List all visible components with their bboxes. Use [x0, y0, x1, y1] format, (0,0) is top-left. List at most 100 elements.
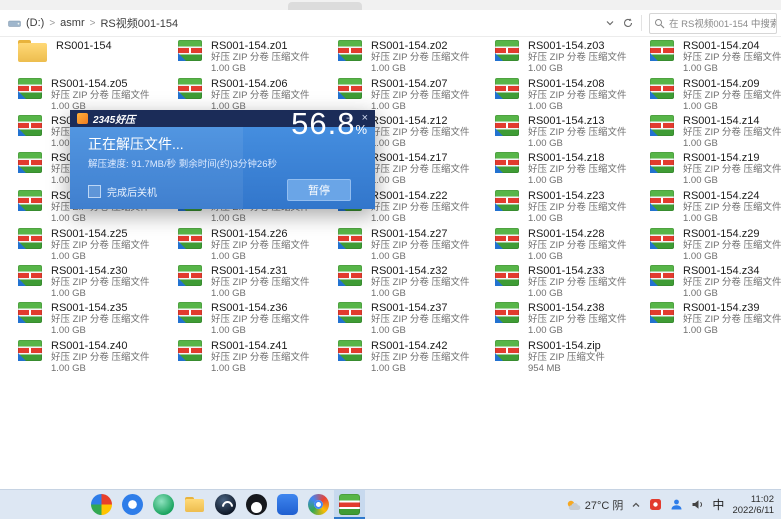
file-name: RS001-154.z25 — [51, 228, 150, 240]
file-item[interactable]: RS001-154.z28好压 ZIP 分卷 压缩文件1.00 GB — [495, 228, 649, 262]
file-type: 好压 ZIP 分卷 压缩文件 — [528, 202, 627, 213]
file-item[interactable]: RS001-154.z26好压 ZIP 分卷 压缩文件1.00 GB — [178, 228, 332, 262]
file-text: RS001-154.z01好压 ZIP 分卷 压缩文件1.00 GB — [211, 40, 310, 74]
file-text: RS001-154.z30好压 ZIP 分卷 压缩文件1.00 GB — [51, 265, 150, 299]
taskbar-app-bluecircle[interactable] — [117, 490, 148, 519]
file-item[interactable]: RS001-154.z35好压 ZIP 分卷 压缩文件1.00 GB — [18, 302, 172, 336]
file-item[interactable]: RS001-154.z31好压 ZIP 分卷 压缩文件1.00 GB — [178, 265, 332, 299]
security-icon[interactable] — [649, 498, 662, 511]
taskbar-clock[interactable]: 11:02 2022/6/11 — [732, 494, 774, 516]
file-type: 好压 ZIP 分卷 压缩文件 — [211, 277, 310, 288]
file-name: RS001-154.z32 — [371, 265, 470, 277]
taskbar-app-bluesq[interactable] — [272, 490, 303, 519]
file-item[interactable]: RS001-154.z41好压 ZIP 分卷 压缩文件1.00 GB — [178, 340, 332, 374]
file-item[interactable]: RS001-154.z42好压 ZIP 分卷 压缩文件1.00 GB — [338, 340, 492, 374]
taskbar-app-colorful[interactable] — [303, 490, 334, 519]
haozip-archive-icon — [178, 340, 202, 361]
taskbar-app-folder[interactable] — [179, 490, 210, 519]
file-item[interactable]: RS001-154.z24好压 ZIP 分卷 压缩文件1.00 GB — [650, 190, 781, 224]
file-item[interactable]: RS001-154.z05好压 ZIP 分卷 压缩文件1.00 GB — [18, 78, 172, 112]
haozip-archive-icon — [338, 40, 362, 61]
file-size: 1.00 GB — [683, 138, 781, 149]
file-name: RS001-154.z04 — [683, 40, 781, 52]
file-size: 1.00 GB — [371, 101, 470, 112]
file-item[interactable]: RS001-154.z34好压 ZIP 分卷 压缩文件1.00 GB — [650, 265, 781, 299]
haozip-archive-icon — [495, 265, 519, 286]
ime-indicator[interactable]: 中 — [712, 496, 724, 513]
file-item[interactable]: RS001-154.z08好压 ZIP 分卷 压缩文件1.00 GB — [495, 78, 649, 112]
file-type: 好压 ZIP 分卷 压缩文件 — [683, 202, 781, 213]
file-type: 好压 ZIP 分卷 压缩文件 — [528, 314, 627, 325]
haozip-archive-icon — [338, 78, 362, 99]
file-item[interactable]: RS001-154.z09好压 ZIP 分卷 压缩文件1.00 GB — [650, 78, 781, 112]
file-name: RS001-154.z35 — [51, 302, 150, 314]
file-item[interactable]: RS001-154.z23好压 ZIP 分卷 压缩文件1.00 GB — [495, 190, 649, 224]
file-type: 好压 ZIP 分卷 压缩文件 — [683, 164, 781, 175]
weather-widget[interactable]: 27°C 阴 — [566, 497, 624, 513]
file-type: 好压 ZIP 分卷 压缩文件 — [211, 352, 310, 363]
browser-colorful-icon — [308, 494, 329, 515]
haozip-archive-icon — [338, 302, 362, 323]
weather-icon — [566, 499, 581, 511]
file-item[interactable]: RS001-154.z39好压 ZIP 分卷 压缩文件1.00 GB — [650, 302, 781, 336]
file-name: RS001-154.z33 — [528, 265, 627, 277]
taskbar-app-pinwheel[interactable] — [86, 490, 117, 519]
clock-time: 11:02 — [732, 494, 774, 505]
haozip-archive-icon — [178, 302, 202, 323]
file-item[interactable]: RS001-154.z36好压 ZIP 分卷 压缩文件1.00 GB — [178, 302, 332, 336]
file-item[interactable]: RS001-154.z25好压 ZIP 分卷 压缩文件1.00 GB — [18, 228, 172, 262]
haozip-archive-icon — [650, 190, 674, 211]
extract-status-text: 正在解压文件... — [88, 134, 184, 154]
file-name: RS001-154.z23 — [528, 190, 627, 202]
file-type: 好压 ZIP 分卷 压缩文件 — [683, 277, 781, 288]
taskbar-app-haozip[interactable] — [334, 490, 365, 519]
file-size: 1.00 GB — [528, 213, 627, 224]
file-item[interactable]: RS001-154.z29好压 ZIP 分卷 压缩文件1.00 GB — [650, 228, 781, 262]
file-item[interactable]: RS001-154.z38好压 ZIP 分卷 压缩文件1.00 GB — [495, 302, 649, 336]
file-size: 1.00 GB — [51, 363, 150, 374]
file-text: RS001-154.zip好压 ZIP 压缩文件954 MB — [528, 340, 605, 374]
file-type: 好压 ZIP 分卷 压缩文件 — [51, 277, 150, 288]
file-item[interactable]: RS001-154.z40好压 ZIP 分卷 压缩文件1.00 GB — [18, 340, 172, 374]
file-item[interactable]: RS001-154.zip好压 ZIP 压缩文件954 MB — [495, 340, 649, 374]
file-item[interactable]: RS001-154.z19好压 ZIP 分卷 压缩文件1.00 GB — [650, 152, 781, 186]
file-text: RS001-154.z36好压 ZIP 分卷 压缩文件1.00 GB — [211, 302, 310, 336]
file-item[interactable]: RS001-154.z14好压 ZIP 分卷 压缩文件1.00 GB — [650, 115, 781, 149]
weather-text: 27°C 阴 — [585, 497, 624, 513]
haozip-archive-icon — [18, 190, 42, 211]
haozip-archive-icon — [650, 152, 674, 173]
hidden-icons-caret[interactable] — [631, 501, 641, 509]
file-item[interactable]: RS001-154.z18好压 ZIP 分卷 压缩文件1.00 GB — [495, 152, 649, 186]
file-item[interactable]: RS001-154.z30好压 ZIP 分卷 压缩文件1.00 GB — [18, 265, 172, 299]
taskbar-app-dark[interactable] — [210, 490, 241, 519]
file-size: 1.00 GB — [528, 101, 627, 112]
file-name: RS001-154.z22 — [371, 190, 470, 202]
taskbar-app-qq[interactable] — [241, 490, 272, 519]
file-item[interactable]: RS001-154.z27好压 ZIP 分卷 压缩文件1.00 GB — [338, 228, 492, 262]
file-type: 好压 ZIP 分卷 压缩文件 — [211, 90, 310, 101]
pause-button[interactable]: 暂停 — [287, 179, 351, 201]
file-item[interactable]: RS001-154.z01好压 ZIP 分卷 压缩文件1.00 GB — [178, 40, 332, 74]
taskbar-app-teal[interactable] — [148, 490, 179, 519]
file-text: RS001-154.z07好压 ZIP 分卷 压缩文件1.00 GB — [371, 78, 470, 112]
file-name: RS001-154.z30 — [51, 265, 150, 277]
file-item[interactable]: RS001-154.z37好压 ZIP 分卷 压缩文件1.00 GB — [338, 302, 492, 336]
file-item[interactable]: RS001-154.z04好压 ZIP 分卷 压缩文件1.00 GB — [650, 40, 781, 74]
file-item[interactable]: RS001-154.z03好压 ZIP 分卷 压缩文件1.00 GB — [495, 40, 649, 74]
file-item[interactable]: RS001-154.z33好压 ZIP 分卷 压缩文件1.00 GB — [495, 265, 649, 299]
file-item[interactable]: RS001-154.z32好压 ZIP 分卷 压缩文件1.00 GB — [338, 265, 492, 299]
file-name: RS001-154.z08 — [528, 78, 627, 90]
file-item[interactable]: RS001-154.z02好压 ZIP 分卷 压缩文件1.00 GB — [338, 40, 492, 74]
volume-icon[interactable] — [691, 498, 704, 511]
file-size: 1.00 GB — [683, 175, 781, 186]
file-text: RS001-154.z12好压 ZIP 分卷 压缩文件1.00 GB — [371, 115, 470, 149]
haozip-archive-icon — [18, 78, 42, 99]
shutdown-after-checkbox-row[interactable]: 完成后关机 — [88, 184, 157, 199]
checkbox-icon[interactable] — [88, 185, 101, 198]
file-type: 好压 ZIP 分卷 压缩文件 — [528, 52, 627, 63]
qq-icon — [246, 494, 267, 515]
file-type: 好压 ZIP 分卷 压缩文件 — [51, 90, 150, 101]
file-item[interactable]: RS001-154.z13好压 ZIP 分卷 压缩文件1.00 GB — [495, 115, 649, 149]
contacts-icon[interactable] — [670, 498, 683, 511]
file-item[interactable]: RS001-154 — [18, 40, 172, 62]
